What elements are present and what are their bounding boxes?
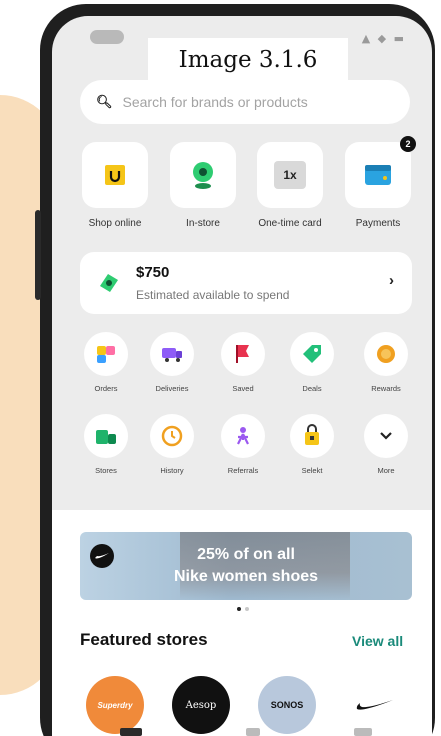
store-sonos[interactable]: SONOS [258,676,316,734]
image-caption: Image 3.1.6 [148,38,348,82]
history-label: History [160,466,184,475]
store-superdry[interactable]: Superdry [86,676,144,734]
phone-side-button [35,210,41,300]
lock-bag-icon [305,424,319,445]
payments-button[interactable] [345,142,411,208]
featured-stores-title: Featured stores [80,630,208,649]
stores-icon [96,430,116,444]
store-aesop[interactable]: Aesop [172,676,230,734]
carousel-dot-active [237,607,241,611]
truck-icon [162,348,182,362]
store-nike[interactable] [346,676,404,734]
orders-label: Orders [94,384,118,393]
person-icon [237,427,249,445]
stores-label: Stores [95,466,117,475]
carousel-dot [245,607,249,611]
search-bar[interactable]: 🔍︎ [80,80,410,124]
referrals-button[interactable] [221,414,265,458]
rewards-button[interactable] [364,332,408,376]
in-store-label: In-store [186,218,220,229]
search-input[interactable] [122,94,393,110]
more-button[interactable] [364,414,408,458]
history-button[interactable] [150,414,194,458]
wallet-icon [365,165,391,185]
store-superdry-label: Superdry [97,700,133,710]
view-all-link[interactable]: View all [352,633,403,649]
spend-subtitle: Estimated available to spend [136,288,290,302]
selekt-button[interactable] [290,414,334,458]
one-time-card-button[interactable]: 1x [257,142,323,208]
shop-online-label: Shop online [88,218,142,229]
orders-icon [97,346,115,363]
card-icon-text: 1x [283,168,297,182]
payments-label: Payments [355,218,401,229]
banner-line-1: 25% of on all [197,546,295,563]
store-aesop-label: Aesop [185,699,217,711]
deals-label: Deals [302,384,322,393]
flag-icon [236,345,249,363]
banner-photo [180,532,350,600]
coin-icon [377,345,395,363]
orders-button[interactable] [84,332,128,376]
chevron-down-icon [380,432,392,440]
tag-icon [303,345,321,363]
bottom-nav-peek [120,728,142,736]
chevron-right-icon: › [389,272,394,289]
promo-banner[interactable]: 25% of on all Nike women shoes [80,532,412,600]
bottom-nav-peek [246,728,260,736]
bottom-nav-peek [354,728,372,736]
search-icon: 🔍︎ [96,94,113,109]
saved-label: Saved [232,384,254,393]
selekt-label: Selekt [301,466,323,475]
store-pin-icon [193,162,213,189]
status-bar-icons: ▲ ◆ ▬ [361,32,406,45]
more-label: More [377,466,395,475]
stores-button[interactable] [84,414,128,458]
shopping-bag-icon [105,165,125,185]
card-icon: 1x [274,161,306,189]
one-time-card-label: One-time card [258,218,322,229]
spend-amount: $750 [136,264,170,281]
payments-badge: 2 [400,136,416,152]
clock-icon [161,425,183,447]
store-sonos-label: SONOS [270,700,304,710]
saved-button[interactable] [221,332,265,376]
spend-card[interactable]: $750 Estimated available to spend › [80,252,412,314]
rewards-label: Rewards [371,384,401,393]
referrals-label: Referrals [227,466,259,475]
banner-line-2: Nike women shoes [173,568,319,585]
carousel-dots [237,607,249,611]
in-store-button[interactable] [170,142,236,208]
deals-button[interactable] [290,332,334,376]
money-icon [100,274,118,292]
shop-online-button[interactable] [82,142,148,208]
status-bar-time [90,30,124,44]
deliveries-button[interactable] [150,332,194,376]
deliveries-label: Deliveries [155,384,189,393]
nike-swoosh-icon [356,700,393,710]
